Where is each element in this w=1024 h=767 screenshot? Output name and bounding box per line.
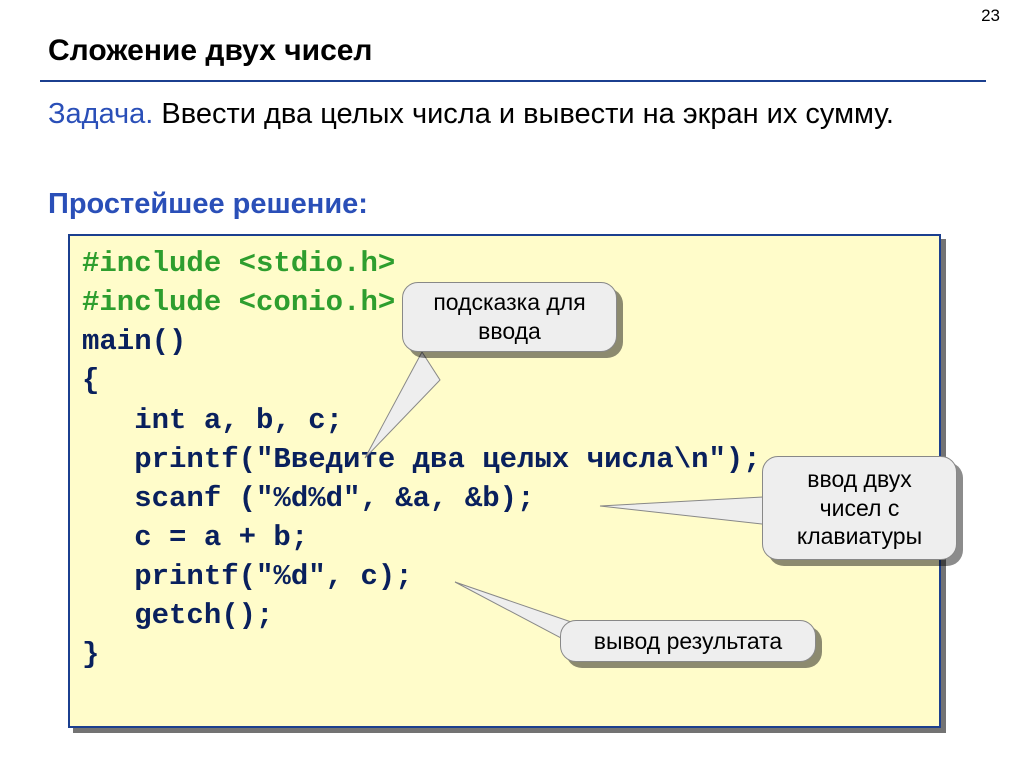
- code-line-3: main(): [82, 325, 186, 358]
- problem-block: Задача. Ввести два целых числа и вывести…: [48, 96, 978, 134]
- title-divider: [40, 80, 986, 82]
- callout-input: ввод двухчисел склавиатуры: [762, 456, 957, 560]
- page-number: 23: [981, 6, 1000, 26]
- solution-label: Простейшее решение:: [48, 188, 368, 221]
- problem-label: Задача.: [48, 98, 153, 130]
- code-line-7: scanf ("%d%d", &a, &b);: [82, 482, 534, 515]
- code-line-8: c = a + b;: [82, 521, 308, 554]
- code-line-9: printf("%d", c);: [82, 560, 413, 593]
- code-line-11: }: [82, 638, 99, 671]
- callout-input-pointer: [600, 490, 780, 530]
- code-line-2: #include <conio.h>: [82, 286, 395, 319]
- slide-title: Сложение двух чисел: [48, 34, 373, 68]
- code-line-1: #include <stdio.h>: [82, 247, 395, 280]
- callout-hint-pointer: [350, 350, 440, 460]
- code-line-4: {: [82, 364, 99, 397]
- callout-hint: подсказка дляввода: [402, 282, 617, 352]
- code-line-5: int a, b, c;: [82, 404, 343, 437]
- callout-output: вывод результата: [560, 620, 816, 662]
- code-line-10: getch();: [82, 599, 273, 632]
- problem-text: Ввести два целых числа и вывести на экра…: [161, 98, 894, 130]
